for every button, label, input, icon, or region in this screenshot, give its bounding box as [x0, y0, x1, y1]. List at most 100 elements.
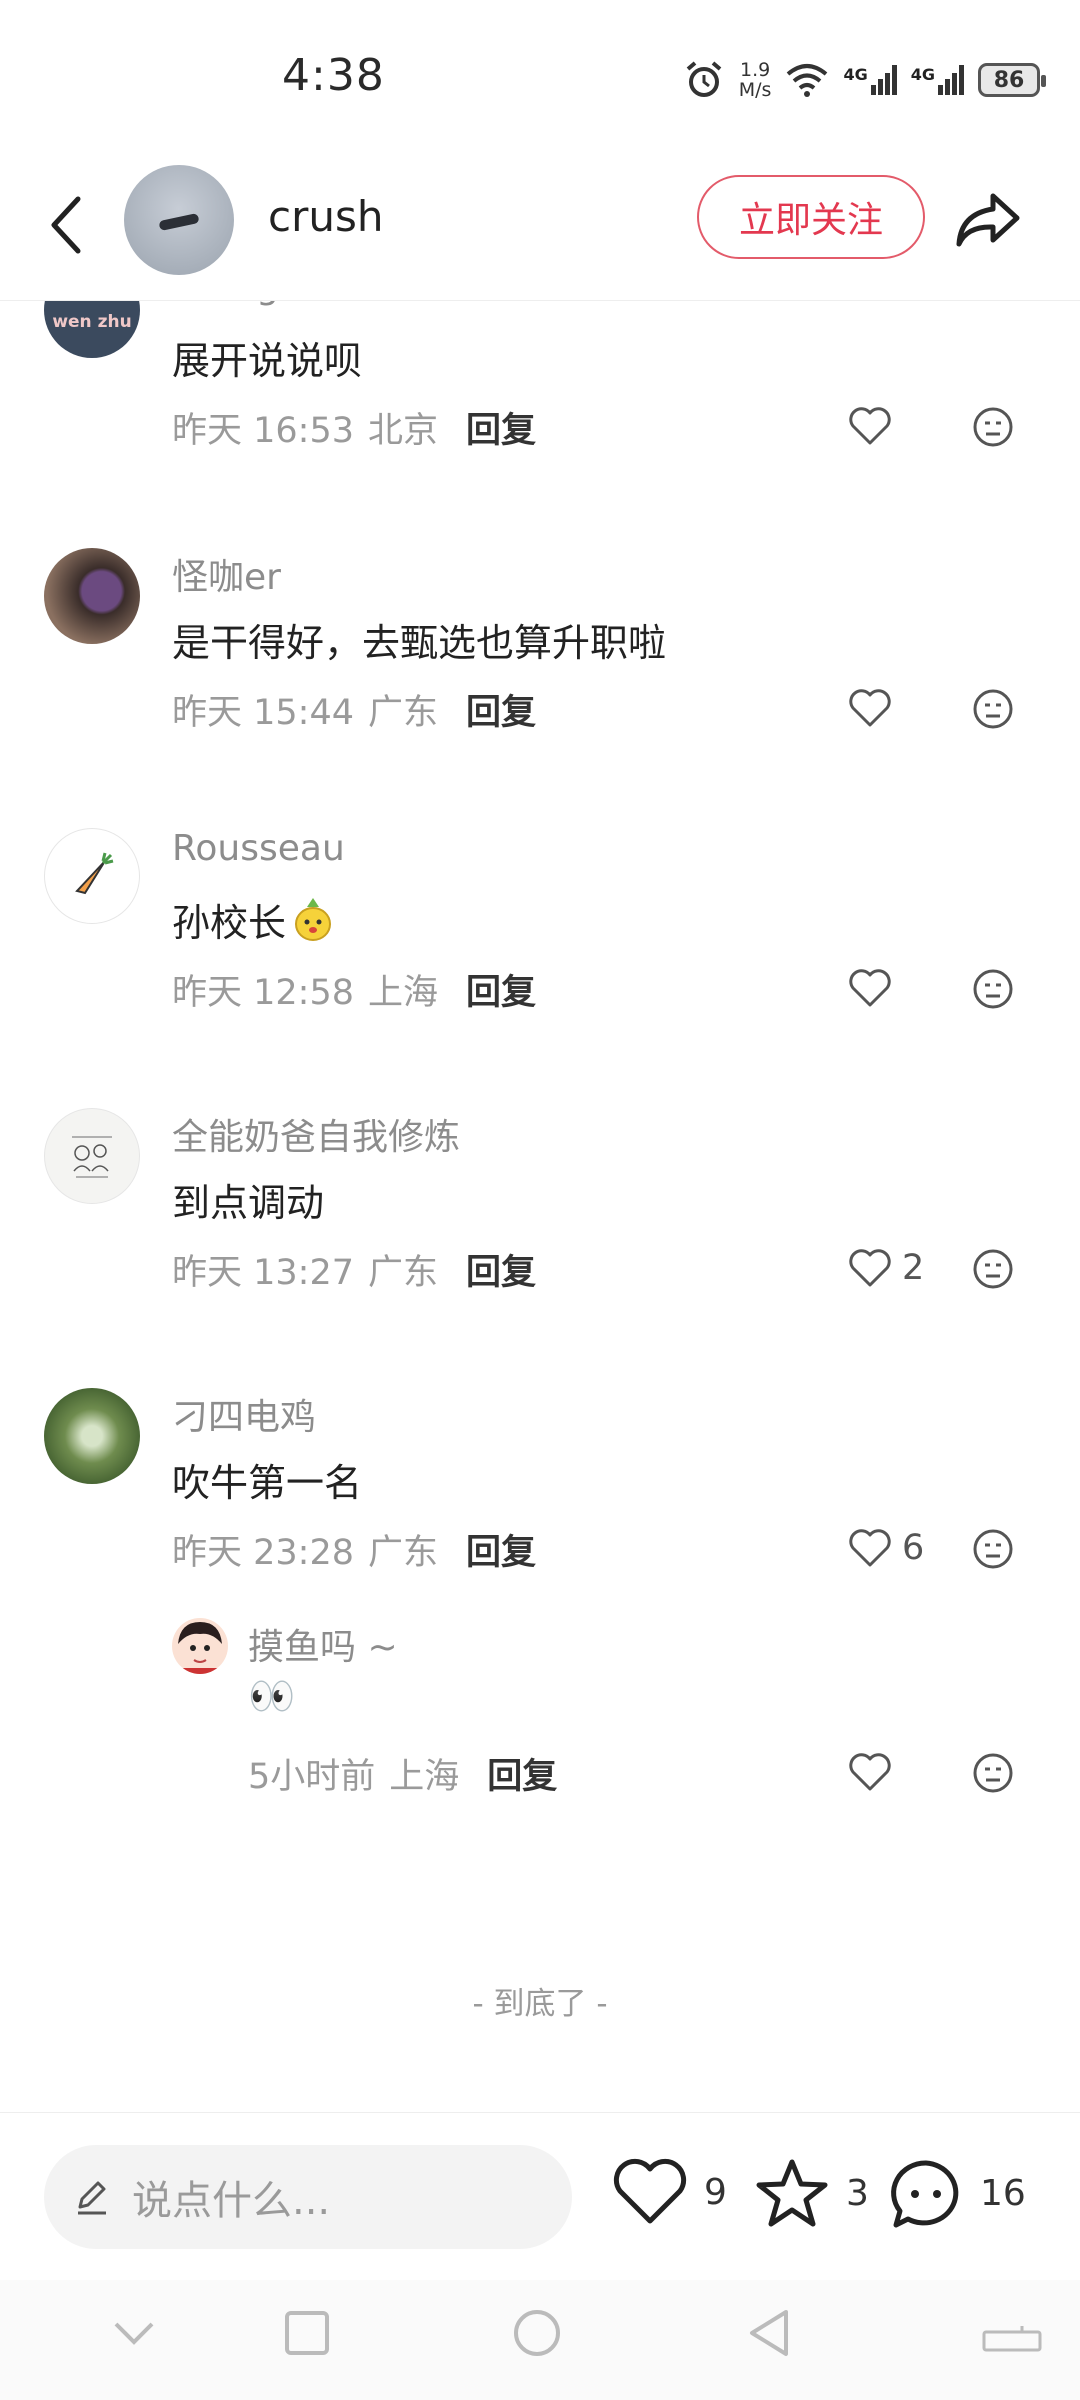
meh-face-icon [973, 689, 1013, 729]
comment-meta: 昨天 16:53 北京 回复 [172, 402, 536, 453]
alarm-icon [686, 61, 722, 97]
comment-text[interactable]: 孙校长 [172, 892, 336, 947]
replier-avatar[interactable] [172, 1618, 228, 1674]
back-button[interactable] [36, 190, 96, 260]
comment-count: 16 [980, 2172, 1026, 2214]
chevron-down-icon [114, 2322, 154, 2345]
nav-hide-keyboard-button[interactable] [112, 2318, 156, 2352]
end-of-list-text: - 到底了 - [472, 1986, 608, 2022]
comment-text-content: 吹牛第一名 [172, 1461, 363, 1505]
like-button[interactable] [848, 1752, 902, 1792]
reply-button[interactable]: 回复 [466, 402, 536, 453]
chevron-left-icon [51, 196, 81, 254]
comment-text[interactable]: 是干得好，去甄选也算升职啦 [172, 612, 666, 667]
dislike-button[interactable] [972, 968, 1014, 1014]
wifi-icon [787, 64, 828, 97]
reply-text[interactable]: 👀 [248, 1674, 295, 1719]
commenter-name[interactable]: 怪咖er [172, 548, 281, 600]
commenter-avatar[interactable] [44, 828, 140, 924]
collect-button[interactable]: 3 [754, 2157, 869, 2229]
comment-location: 广东 [368, 693, 439, 733]
like-post-count: 9 [704, 2171, 727, 2213]
comment-text[interactable]: 展开说说呗 [172, 330, 362, 385]
comment-text-content: 到点调动 [172, 1181, 325, 1225]
reply-button[interactable]: 回复 [466, 684, 536, 735]
author-name[interactable]: crush [268, 192, 383, 241]
dislike-button[interactable] [972, 406, 1014, 452]
commenter-name[interactable]: 全能奶爸自我修炼 [172, 1108, 460, 1160]
commenter-avatar[interactable] [44, 548, 140, 644]
keyboard-icon [982, 2326, 1042, 2352]
nav-recents-button[interactable] [284, 2310, 330, 2360]
like-button[interactable]: 2 [848, 1248, 924, 1288]
system-navigation-bar [0, 2280, 1080, 2400]
eyes-emoji-icon: 👀 [248, 1674, 296, 1718]
commenter-name[interactable]: Rousseau [172, 828, 345, 869]
like-button[interactable] [848, 688, 902, 728]
commenter-avatar[interactable] [44, 1108, 140, 1204]
status-bar: 4:38 1.9 M/s 4G 4G 86 [0, 0, 1080, 150]
follow-button[interactable]: 立即关注 [697, 175, 925, 259]
comment-text-content: 展开说说呗 [172, 339, 363, 383]
battery-indicator: 86 [978, 63, 1046, 97]
share-icon [956, 193, 1020, 247]
like-count: 6 [902, 1528, 925, 1568]
header: crush 立即关注 [0, 150, 1080, 301]
comment-location: 上海 [368, 973, 439, 1013]
replier-name[interactable]: 摸鱼吗 ~ [248, 1618, 398, 1670]
network-type-1: 4G [843, 65, 868, 84]
network-speed: 1.9 M/s [739, 60, 772, 100]
meh-face-icon [973, 1249, 1013, 1289]
dislike-button[interactable] [972, 1528, 1014, 1574]
reply-time: 5小时前 [248, 1757, 376, 1797]
meh-face-icon [973, 1529, 1013, 1569]
meh-face-icon [973, 1753, 1013, 1793]
comment-button[interactable]: 16 [888, 2157, 1026, 2229]
nav-back-button[interactable] [746, 2308, 792, 2362]
reply-button[interactable]: 回复 [487, 1748, 557, 1799]
comment-time: 昨天 15:44 [172, 693, 354, 733]
star-icon [756, 2159, 828, 2227]
comment-input-placeholder: 说点什么... [132, 2178, 331, 2224]
comment-input[interactable]: 说点什么... [44, 2145, 572, 2249]
reply-meta: 5小时前 上海 回复 [248, 1748, 557, 1799]
dislike-button[interactable] [972, 688, 1014, 734]
reply-button[interactable]: 回复 [466, 1524, 536, 1575]
comment-bubble-icon [891, 2160, 959, 2228]
speed-unit: M/s [738, 79, 772, 101]
reply-button[interactable]: 回复 [466, 1244, 536, 1295]
pineapple-emoji-icon [295, 897, 332, 941]
meh-face-icon [973, 969, 1013, 1009]
like-button[interactable]: 6 [848, 1528, 924, 1568]
cellular-signal-2: 4G [911, 65, 964, 95]
commenter-avatar[interactable] [44, 1388, 140, 1484]
comment-time: 昨天 23:28 [172, 1533, 354, 1573]
like-post-button[interactable]: 9 [612, 2157, 727, 2227]
heart-icon [849, 969, 891, 1007]
comment-meta: 昨天 12:58 上海 回复 [172, 964, 536, 1015]
comment-meta: 昨天 23:28 广东 回复 [172, 1524, 536, 1575]
reply-button[interactable]: 回复 [466, 964, 536, 1015]
author-avatar[interactable] [124, 165, 234, 275]
carrot-icon [75, 852, 114, 895]
comment-time: 昨天 12:58 [172, 973, 354, 1013]
like-button[interactable] [848, 406, 902, 446]
comment-text[interactable]: 到点调动 [172, 1172, 324, 1227]
reply-location: 上海 [389, 1757, 460, 1797]
speed-value: 1.9 [740, 59, 771, 81]
like-count: 2 [902, 1248, 925, 1288]
like-button[interactable] [848, 968, 902, 1008]
dislike-button[interactable] [972, 1248, 1014, 1294]
dislike-button[interactable] [972, 1752, 1014, 1798]
comment-meta: 昨天 13:27 广东 回复 [172, 1244, 536, 1295]
commenter-name[interactable]: 刁四电鸡 [172, 1388, 316, 1440]
comment-text[interactable]: 吹牛第一名 [172, 1452, 362, 1507]
square-icon [285, 2311, 329, 2355]
nav-extra-icon[interactable] [982, 2324, 1042, 2358]
network-type-2: 4G [910, 65, 935, 84]
nav-home-button[interactable] [512, 2308, 562, 2362]
share-button[interactable] [950, 185, 1026, 255]
comment-location: 广东 [368, 1533, 439, 1573]
comment-time: 昨天 13:27 [172, 1253, 354, 1293]
comment-meta: 昨天 15:44 广东 回复 [172, 684, 536, 735]
